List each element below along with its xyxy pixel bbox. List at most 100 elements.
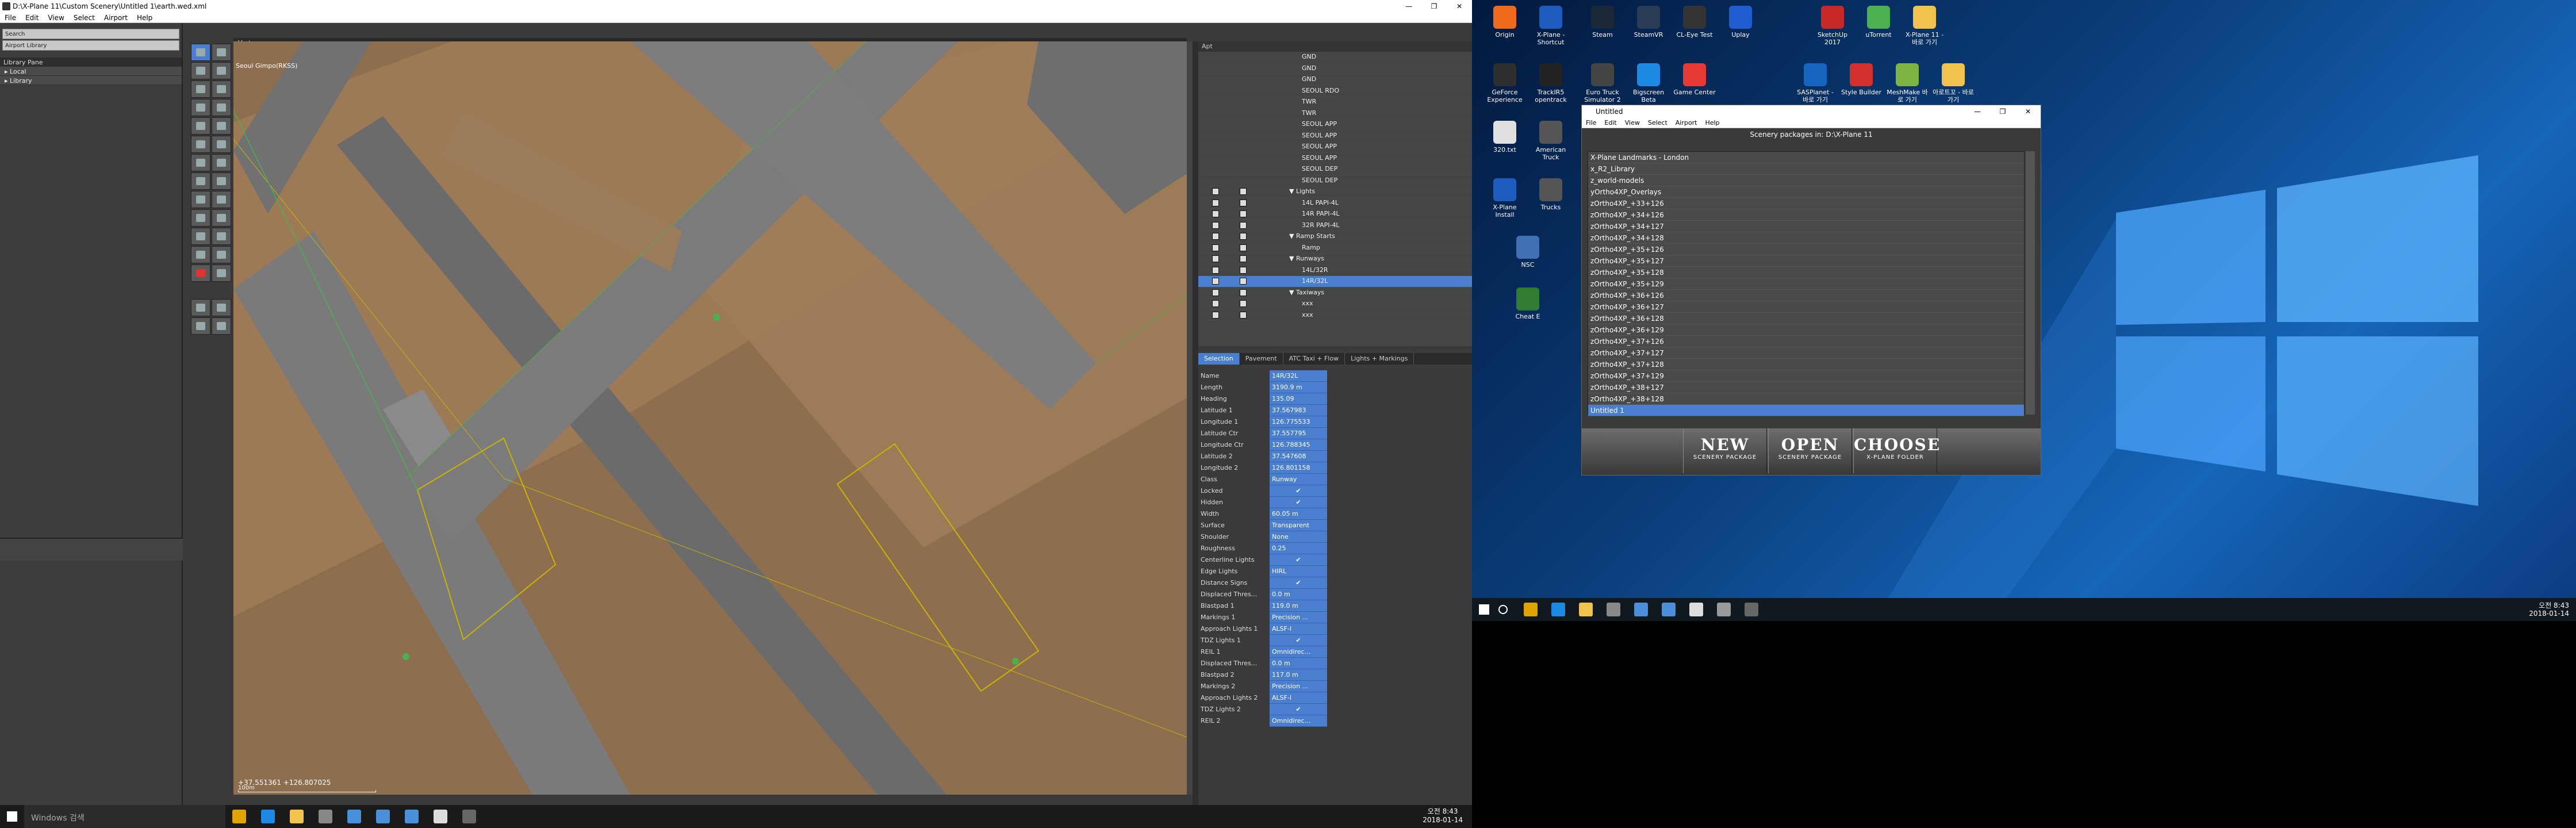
delete-tool-button[interactable] bbox=[191, 264, 210, 282]
new-scenery-package-button[interactable]: NEW SCENERY PACKAGE bbox=[1683, 428, 1767, 473]
scenery-package-item[interactable]: zOrtho4XP_+38+127 bbox=[1588, 382, 2024, 393]
forest-tool-button[interactable] bbox=[191, 191, 210, 208]
search-icon[interactable] bbox=[1498, 605, 1508, 614]
menu-view[interactable]: View bbox=[1621, 118, 1644, 128]
map-scrollbar[interactable] bbox=[1187, 41, 1193, 795]
polygon-tool-button[interactable] bbox=[212, 209, 231, 227]
lock-checkbox[interactable] bbox=[1212, 266, 1219, 274]
desktop-shortcut[interactable]: GeForce Experience bbox=[1483, 63, 1526, 103]
visibility-checkbox[interactable] bbox=[1240, 311, 1247, 319]
scenery-package-item[interactable]: zOrtho4XP_+33+126 bbox=[1588, 198, 2024, 209]
string-tool-button[interactable] bbox=[191, 209, 210, 227]
property-value[interactable]: 126.788345 bbox=[1270, 439, 1327, 451]
tree-row[interactable]: GND bbox=[1198, 74, 1472, 86]
visibility-checkbox[interactable] bbox=[1240, 278, 1247, 285]
pane-splitter[interactable] bbox=[1193, 41, 1198, 805]
tree-row[interactable]: 14R PAPI-4L bbox=[1198, 209, 1472, 220]
hold-line-tool-button[interactable] bbox=[191, 99, 210, 116]
tree-row[interactable]: SEOUL APP bbox=[1198, 153, 1472, 164]
desktop-shortcut[interactable]: TrackIR5 opentrack bbox=[1529, 63, 1572, 103]
open-scenery-package-button[interactable]: OPEN SCENERY PACKAGE bbox=[1768, 428, 1852, 473]
desktop-shortcut[interactable]: X-Plane - Shortcut bbox=[1529, 6, 1572, 46]
tree-row[interactable]: ▼ Ramp Starts bbox=[1198, 231, 1472, 243]
tab-pavement[interactable]: Pavement bbox=[1240, 353, 1283, 365]
wed-taskbar-icon[interactable] bbox=[1745, 603, 1758, 616]
property-value[interactable]: HIRL bbox=[1270, 566, 1327, 577]
menu-select[interactable]: Select bbox=[69, 13, 99, 22]
property-value[interactable]: 0.25 bbox=[1270, 543, 1327, 554]
facade-tool-button[interactable] bbox=[212, 172, 231, 190]
desktop-shortcut[interactable]: SteamVR bbox=[1627, 6, 1670, 39]
property-value[interactable]: 60.05 m bbox=[1270, 508, 1327, 520]
scenery-package-item[interactable]: zOrtho4XP_+35+126 bbox=[1588, 244, 2024, 255]
scenery-package-item[interactable]: zOrtho4XP_+34+127 bbox=[1588, 221, 2024, 232]
scenery-package-item[interactable]: zOrtho4XP_+37+129 bbox=[1588, 370, 2024, 382]
menu-edit[interactable]: Edit bbox=[21, 13, 43, 22]
vertex-tool-button[interactable] bbox=[212, 44, 231, 61]
menu-help[interactable]: Help bbox=[1701, 118, 1723, 128]
desktop-shortcut[interactable]: X-Plane 11 - 바로 가기 bbox=[1903, 6, 1946, 46]
library-search-input[interactable]: Search bbox=[2, 29, 179, 39]
library-filter[interactable]: Airport Library bbox=[2, 40, 179, 51]
lock-checkbox[interactable] bbox=[1212, 199, 1219, 206]
scenery-package-item[interactable]: zOrtho4XP_+36+128 bbox=[1588, 313, 2024, 324]
sign-tool-button[interactable] bbox=[212, 99, 231, 116]
tree-row[interactable]: xxx bbox=[1198, 310, 1472, 321]
tree-row[interactable]: xxx bbox=[1198, 298, 1472, 310]
app-icon[interactable] bbox=[347, 810, 361, 823]
desktop-shortcut[interactable]: 320.txt bbox=[1483, 121, 1526, 154]
property-value[interactable]: Omnidirec... bbox=[1270, 646, 1327, 658]
desktop-shortcut[interactable]: Cheat E bbox=[1506, 288, 1549, 320]
tree-row[interactable]: 32R PAPI-4L bbox=[1198, 220, 1472, 231]
tree-row[interactable]: SEOUL APP bbox=[1198, 119, 1472, 131]
chrome-icon[interactable] bbox=[232, 810, 246, 823]
desktop-shortcut[interactable]: Trucks bbox=[1529, 178, 1572, 211]
menu-file[interactable]: File bbox=[1582, 118, 1600, 128]
menu-file[interactable]: File bbox=[0, 13, 21, 22]
tree-row[interactable]: GND bbox=[1198, 52, 1472, 63]
tab-lights-markings[interactable]: Lights + Markings bbox=[1345, 353, 1414, 365]
visibility-checkbox[interactable] bbox=[1240, 221, 1247, 229]
visibility-checkbox[interactable] bbox=[1240, 188, 1247, 195]
desktop-shortcut[interactable]: Origin bbox=[1483, 6, 1526, 39]
visibility-checkbox[interactable] bbox=[1240, 266, 1247, 274]
object-tool-button[interactable] bbox=[191, 172, 210, 190]
property-value[interactable]: 126.775533 bbox=[1270, 416, 1327, 428]
tree-row[interactable]: 14R/32L bbox=[1198, 276, 1472, 288]
cut-tool-button[interactable] bbox=[191, 246, 210, 263]
folder-icon[interactable] bbox=[290, 810, 304, 823]
desktop-shortcut[interactable]: MeshMake 바로 가기 bbox=[1886, 63, 1929, 103]
tree-row[interactable]: 14L/32R bbox=[1198, 265, 1472, 276]
property-value[interactable]: Omnidirec... bbox=[1270, 715, 1327, 727]
app-icon[interactable] bbox=[1717, 603, 1731, 616]
property-value[interactable]: Runway bbox=[1270, 474, 1327, 485]
property-value[interactable]: 37.557795 bbox=[1270, 428, 1327, 439]
property-value[interactable]: ✔ bbox=[1270, 577, 1327, 589]
scenery-package-item[interactable]: zOrtho4XP_+37+126 bbox=[1588, 336, 2024, 347]
light-tool-button[interactable] bbox=[191, 117, 210, 135]
menu-help[interactable]: Help bbox=[132, 13, 157, 22]
property-value[interactable]: 37.567983 bbox=[1270, 405, 1327, 416]
tree-row[interactable]: Ramp bbox=[1198, 243, 1472, 254]
property-value[interactable]: 37.547608 bbox=[1270, 451, 1327, 462]
scenery-package-item[interactable]: zOrtho4XP_+35+128 bbox=[1588, 267, 2024, 278]
tree-row[interactable]: SEOUL RDO bbox=[1198, 86, 1472, 97]
maximize-button[interactable]: ❐ bbox=[1421, 0, 1447, 13]
calculator-icon[interactable] bbox=[319, 810, 332, 823]
visibility-checkbox[interactable] bbox=[1240, 300, 1247, 307]
tab-selection[interactable]: Selection bbox=[1198, 353, 1240, 365]
scenery-package-item[interactable]: zOrtho4XP_+36+129 bbox=[1588, 324, 2024, 336]
boundary-tool-button[interactable] bbox=[212, 80, 231, 98]
library-item-local[interactable]: ▸ Local bbox=[0, 67, 182, 76]
property-value[interactable]: 117.0 m bbox=[1270, 669, 1327, 681]
close-button[interactable]: ✕ bbox=[1447, 0, 1472, 13]
scenery-package-item[interactable]: z_world-models bbox=[1588, 175, 2024, 186]
menu-edit[interactable]: Edit bbox=[1600, 118, 1620, 128]
visibility-checkbox[interactable] bbox=[1240, 289, 1247, 296]
scenery-package-item[interactable]: zOrtho4XP_+35+127 bbox=[1588, 255, 2024, 267]
ruler-tool-button[interactable] bbox=[191, 317, 210, 335]
satellite-map[interactable] bbox=[233, 41, 1187, 795]
visibility-checkbox[interactable] bbox=[1240, 244, 1247, 251]
lock-checkbox[interactable] bbox=[1212, 221, 1219, 229]
scenery-package-item[interactable]: zOrtho4XP_+37+128 bbox=[1588, 359, 2024, 370]
